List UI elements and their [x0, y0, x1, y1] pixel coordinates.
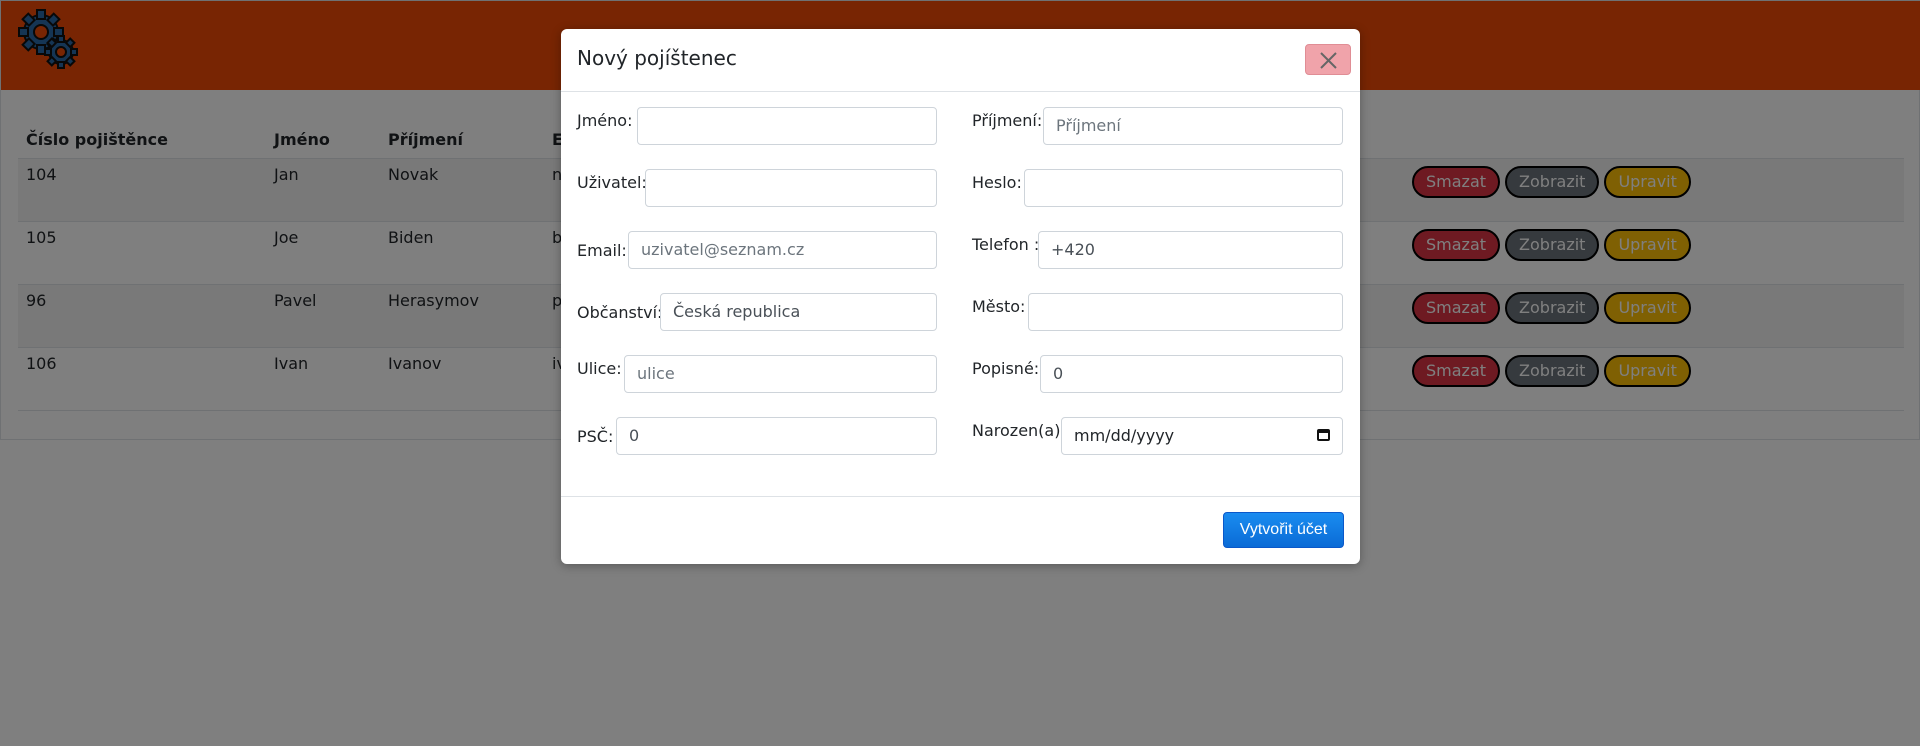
mesto-input[interactable] — [1028, 293, 1343, 331]
heslo-label: Heslo: — [972, 173, 1022, 192]
uzivatel-input[interactable] — [645, 169, 937, 207]
email-input[interactable]: uzivatel@seznam.cz — [628, 231, 937, 269]
obcanstvi-label: Občanství: — [577, 303, 663, 322]
prijmeni-input[interactable]: Příjmení — [1043, 107, 1343, 145]
modal-footer-divider — [561, 496, 1360, 497]
uzivatel-label: Uživatel: — [577, 173, 647, 192]
calendar-icon[interactable] — [1317, 429, 1330, 441]
create-account-button[interactable]: Vytvořit účet — [1223, 512, 1344, 548]
email-label: Email: — [577, 241, 627, 260]
obcanstvi-input[interactable]: Česká republica — [660, 293, 937, 331]
new-insured-modal: Nový pojíštenec Jméno: Uživatel: Email: … — [561, 29, 1360, 564]
modal-title: Nový pojíštenec — [577, 46, 737, 70]
prijmeni-label: Příjmení: — [972, 111, 1043, 130]
heslo-input[interactable] — [1024, 169, 1343, 207]
birthdate-value: mm/dd/yyyy — [1074, 426, 1175, 445]
close-icon — [1320, 52, 1337, 69]
mesto-label: Město: — [972, 297, 1026, 316]
narozen-label: Narozen(a): — [972, 421, 1066, 440]
close-button[interactable] — [1305, 44, 1351, 75]
jmeno-input[interactable] — [637, 107, 937, 145]
modal-header: Nový pojíštenec — [561, 29, 1360, 92]
birthdate-input[interactable]: mm/dd/yyyy — [1061, 417, 1343, 455]
popisne-input[interactable]: 0 — [1040, 355, 1343, 393]
telefon-input[interactable]: +420 — [1038, 231, 1343, 269]
ulice-label: Ulice: — [577, 359, 622, 378]
ulice-input[interactable]: ulice — [624, 355, 937, 393]
popisne-label: Popisné: — [972, 359, 1040, 378]
psc-input[interactable]: 0 — [616, 417, 937, 455]
telefon-label: Telefon : — [972, 235, 1040, 254]
psc-label: PSČ: — [577, 427, 614, 446]
jmeno-label: Jméno: — [577, 111, 633, 130]
